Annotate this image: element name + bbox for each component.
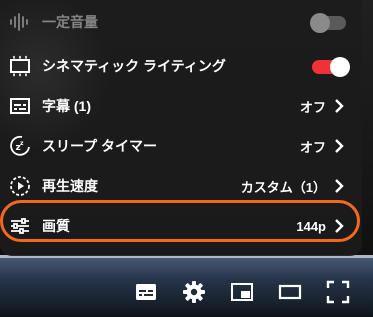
ambient-mode-toggle[interactable] — [312, 57, 350, 77]
subtitles-icon — [136, 284, 156, 300]
playback-speed-icon — [8, 174, 32, 198]
menu-item-label: スリープ タイマー — [42, 138, 158, 154]
settings-button[interactable] — [180, 278, 208, 306]
ambient-mode-icon — [8, 54, 32, 78]
menu-item-label: 一定音量 — [42, 14, 98, 30]
svg-text:z: z — [20, 140, 24, 147]
menu-item-ambient-mode[interactable]: シネマティック ライティング — [0, 46, 362, 86]
subtitles-button[interactable] — [132, 278, 160, 306]
fullscreen-icon — [326, 280, 350, 304]
menu-item-label: 画質 — [42, 218, 70, 234]
quality-sliders-icon — [8, 214, 32, 238]
menu-item-value: オフ — [299, 99, 326, 115]
stable-volume-toggle[interactable] — [310, 13, 348, 33]
menu-item-stable-volume[interactable]: 一定音量 — [0, 2, 362, 42]
miniplayer-button[interactable] — [228, 278, 256, 306]
chevron-right-icon — [332, 138, 346, 154]
subtitle-track-count: (1) — [73, 98, 92, 114]
subtitles-icon — [8, 94, 32, 118]
menu-item-playback-speed[interactable]: 再生速度 カスタム（1） — [0, 166, 362, 206]
menu-item-subtitles[interactable]: 字幕 (1) オフ — [0, 86, 362, 126]
theater-mode-button[interactable] — [276, 278, 304, 306]
chevron-right-icon — [332, 218, 346, 234]
sleep-timer-icon: z z — [8, 134, 32, 158]
miniplayer-icon — [231, 283, 253, 301]
menu-item-sleep-timer[interactable]: z z スリープ タイマー オフ — [0, 126, 362, 166]
theater-mode-icon — [278, 284, 302, 300]
stable-volume-icon — [8, 10, 32, 34]
settings-menu: 一定音量 シネマティック ライティング 字幕 (1) オフ z z スリープ タ… — [0, 0, 362, 256]
menu-item-value: カスタム（1） — [240, 179, 326, 195]
menu-item-label: シネマティック ライティング — [42, 58, 226, 74]
menu-item-label: 字幕 (1) — [42, 98, 92, 114]
fullscreen-button[interactable] — [324, 278, 352, 306]
video-player[interactable]: 一定音量 シネマティック ライティング 字幕 (1) オフ z z スリープ タ… — [0, 0, 373, 317]
gear-icon — [183, 281, 205, 303]
menu-item-value: 144p — [296, 218, 326, 234]
chevron-right-icon — [332, 178, 346, 194]
player-controls-bar — [0, 270, 373, 314]
menu-item-quality[interactable]: 画質 144p — [0, 206, 362, 246]
chevron-right-icon — [332, 98, 346, 114]
menu-item-label: 再生速度 — [42, 178, 98, 194]
menu-item-value: オフ — [299, 139, 326, 155]
